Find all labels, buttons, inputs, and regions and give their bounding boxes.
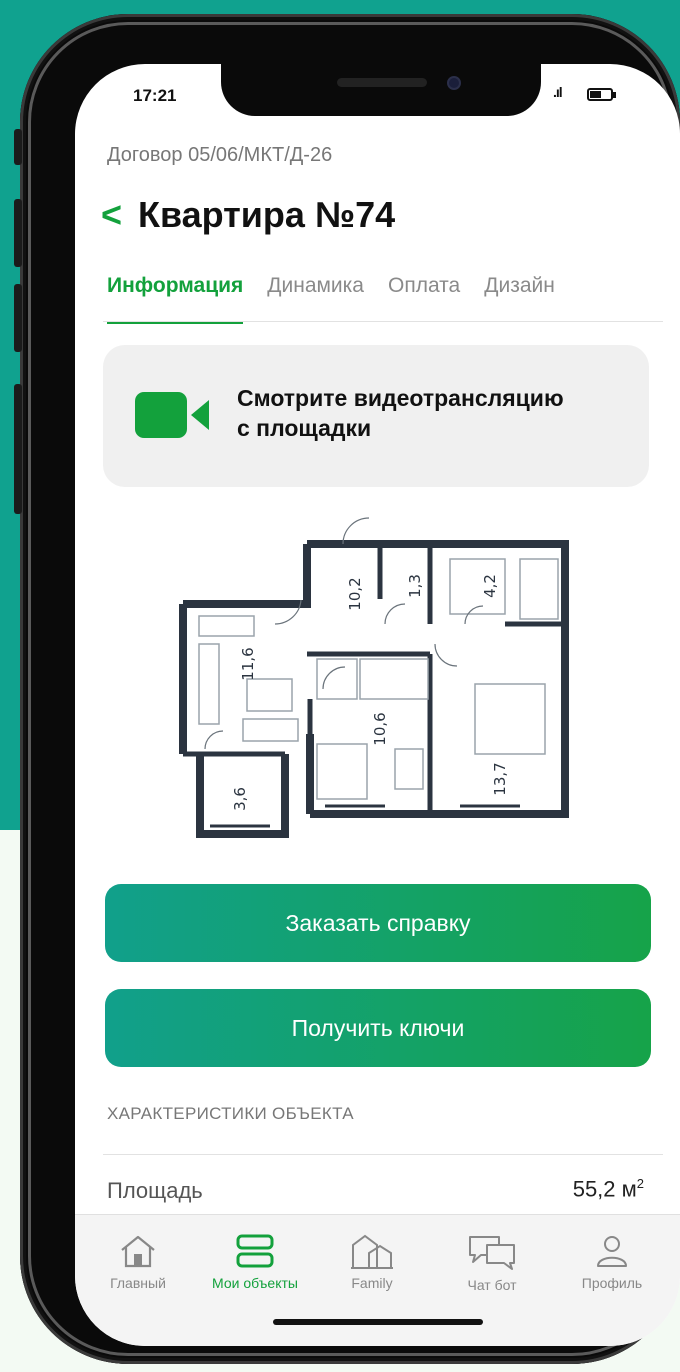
battery-tip: [613, 92, 616, 98]
home-indicator: [273, 1319, 483, 1325]
objects-icon: [236, 1234, 274, 1268]
room-area-bedroom-2: 13,7: [491, 762, 509, 795]
phone-screen: 17:21 .ıl Договор 05/06/МКТ/Д-26 < Кварт…: [75, 64, 680, 1346]
section-title: ХАРАКТЕРИСТИКИ ОБЪЕКТА: [107, 1104, 354, 1123]
tab-dynamics[interactable]: Динамика: [267, 274, 364, 324]
room-area-kitchen: 11,6: [239, 647, 257, 680]
tab-information[interactable]: Информация: [107, 274, 244, 324]
nav-profile[interactable]: Профиль: [557, 1233, 667, 1291]
nav-my-objects-label: Мои объекты: [212, 1275, 298, 1291]
nav-home-label: Главный: [110, 1275, 166, 1291]
get-keys-button[interactable]: Получить ключи: [105, 989, 651, 1067]
phone-frame: 17:21 .ıl Договор 05/06/МКТ/Д-26 < Кварт…: [14, 14, 680, 1364]
buildings-icon: [351, 1234, 393, 1269]
back-chevron-icon[interactable]: <: [101, 194, 122, 236]
mute-switch: [14, 129, 22, 165]
floor-plan: 11,6 10,2 1,3 4,2 10,6 13,7 3,6: [179, 517, 569, 838]
area-label: Площадь: [107, 1178, 203, 1203]
contract-number: Договор 05/06/МКТ/Д-26: [107, 144, 333, 166]
nav-family[interactable]: Family: [317, 1233, 427, 1291]
tab-payment[interactable]: Оплата: [388, 274, 460, 324]
room-area-balcony: 3,6: [231, 787, 249, 811]
home-icon: [121, 1235, 155, 1268]
battery-icon: [587, 88, 613, 101]
tabs-divider: [103, 321, 663, 322]
nav-chat-bot[interactable]: Чат бот: [437, 1233, 547, 1293]
speaker: [337, 78, 427, 87]
status-time: 17:21: [133, 86, 177, 105]
video-card-line2: с площадки: [237, 415, 372, 441]
side-button: [14, 384, 22, 514]
profile-icon: [597, 1236, 627, 1267]
room-area-wc: 1,3: [406, 574, 424, 598]
signal-icon: .ıl: [553, 84, 563, 100]
area-number: 55,2 м: [572, 1176, 637, 1202]
video-camera-icon: [135, 392, 209, 438]
page-title: Квартира №74: [138, 194, 396, 235]
front-camera: [447, 76, 461, 90]
section-divider: [103, 1154, 663, 1155]
tab-design[interactable]: Дизайн: [484, 274, 555, 324]
area-value: 55,2 м2: [573, 1176, 644, 1202]
volume-up-button: [14, 199, 22, 267]
notch: [221, 64, 541, 116]
nav-home[interactable]: Главный: [83, 1233, 193, 1291]
nav-family-label: Family: [351, 1275, 393, 1291]
bottom-nav: Главный Мои объекты Family Чат бот Профи…: [75, 1214, 680, 1346]
volume-down-button: [14, 284, 22, 352]
room-area-hall: 10,2: [346, 577, 364, 610]
nav-my-objects[interactable]: Мои объекты: [200, 1233, 310, 1291]
order-certificate-button[interactable]: Заказать справку: [105, 884, 651, 962]
area-unit-sup: 2: [636, 1176, 644, 1191]
nav-chat-bot-label: Чат бот: [467, 1277, 517, 1293]
tab-bar: Информация Динамика Оплата Дизайн: [107, 274, 647, 324]
chat-icon: [469, 1236, 515, 1270]
nav-profile-label: Профиль: [581, 1275, 643, 1291]
video-card-text: Смотрите видеотрансляцию с площадки: [237, 383, 637, 443]
video-card-line1: Смотрите видеотрансляцию: [237, 385, 564, 411]
video-stream-card[interactable]: Смотрите видеотрансляцию с площадки: [103, 345, 649, 487]
room-area-bathroom: 4,2: [481, 574, 499, 598]
room-area-bedroom-1: 10,6: [371, 712, 389, 745]
